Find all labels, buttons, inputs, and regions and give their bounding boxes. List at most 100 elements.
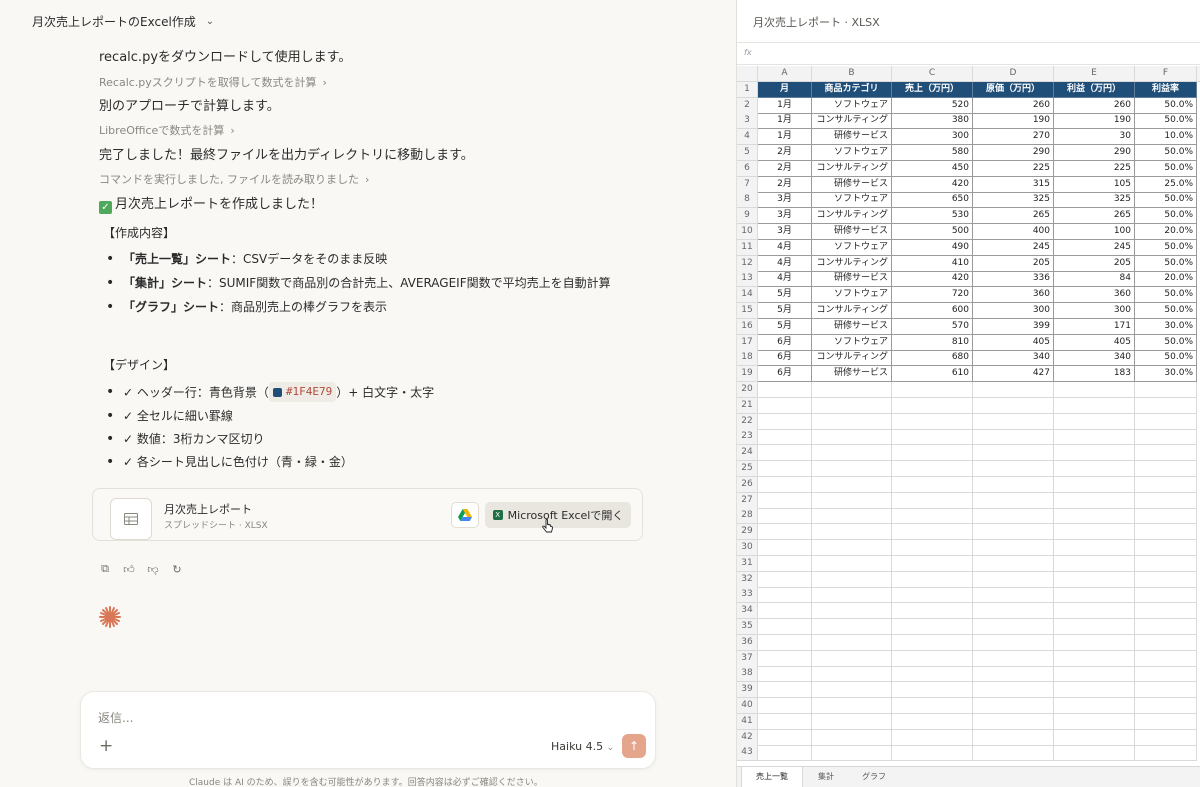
- empty-cell[interactable]: [892, 729, 973, 746]
- empty-cell[interactable]: [812, 729, 892, 746]
- table-cell[interactable]: ソフトウェア: [812, 287, 892, 304]
- row-number[interactable]: 27: [737, 492, 758, 509]
- empty-cell[interactable]: [812, 429, 892, 446]
- empty-cell[interactable]: [1054, 650, 1135, 667]
- empty-cell[interactable]: [758, 382, 812, 398]
- table-cell[interactable]: 研修サービス: [812, 318, 892, 335]
- empty-cell[interactable]: [812, 476, 892, 493]
- table-cell[interactable]: 340: [973, 350, 1054, 367]
- table-cell[interactable]: 260: [973, 97, 1054, 114]
- empty-cell[interactable]: [1135, 476, 1197, 493]
- empty-cell[interactable]: [892, 397, 973, 414]
- empty-cell[interactable]: [758, 729, 812, 746]
- empty-cell[interactable]: [812, 745, 892, 762]
- table-cell[interactable]: 100: [1054, 224, 1135, 240]
- empty-cell[interactable]: [758, 476, 812, 493]
- empty-cell[interactable]: [892, 524, 973, 541]
- table-cell[interactable]: 580: [892, 145, 973, 161]
- empty-cell[interactable]: [1054, 729, 1135, 746]
- table-cell[interactable]: 105: [1054, 176, 1135, 193]
- column-header[interactable]: E: [1054, 66, 1135, 82]
- empty-cell[interactable]: [812, 698, 892, 714]
- empty-cell[interactable]: [1135, 524, 1197, 541]
- empty-cell[interactable]: [812, 571, 892, 588]
- row-number[interactable]: 8: [737, 192, 758, 209]
- empty-cell[interactable]: [973, 619, 1054, 635]
- table-cell[interactable]: 1月: [758, 129, 812, 146]
- table-cell[interactable]: 2月: [758, 176, 812, 193]
- table-cell[interactable]: 300: [973, 303, 1054, 319]
- column-header[interactable]: C: [892, 66, 973, 82]
- table-cell[interactable]: 325: [973, 192, 1054, 209]
- table-cell[interactable]: 270: [973, 129, 1054, 146]
- empty-cell[interactable]: [892, 476, 973, 493]
- empty-cell[interactable]: [1135, 619, 1197, 635]
- row-number[interactable]: 4: [737, 129, 758, 146]
- empty-cell[interactable]: [758, 524, 812, 541]
- table-cell[interactable]: 50.0%: [1135, 239, 1197, 256]
- table-cell[interactable]: ソフトウェア: [812, 192, 892, 209]
- row-number[interactable]: 40: [737, 698, 758, 714]
- empty-cell[interactable]: [1054, 476, 1135, 493]
- empty-cell[interactable]: [1054, 508, 1135, 525]
- empty-cell[interactable]: [892, 445, 973, 462]
- empty-cell[interactable]: [892, 666, 973, 683]
- empty-cell[interactable]: [973, 476, 1054, 493]
- table-cell[interactable]: 600: [892, 303, 973, 319]
- column-header[interactable]: F: [1135, 66, 1197, 82]
- table-cell[interactable]: 260: [1054, 97, 1135, 114]
- table-cell[interactable]: 5月: [758, 318, 812, 335]
- empty-cell[interactable]: [973, 634, 1054, 651]
- empty-cell[interactable]: [892, 413, 973, 430]
- table-cell[interactable]: 1月: [758, 113, 812, 130]
- column-header[interactable]: A: [758, 66, 812, 82]
- empty-cell[interactable]: [812, 524, 892, 541]
- table-cell[interactable]: 427: [973, 366, 1054, 383]
- empty-cell[interactable]: [758, 445, 812, 462]
- empty-cell[interactable]: [1135, 634, 1197, 651]
- row-number[interactable]: 34: [737, 603, 758, 620]
- empty-cell[interactable]: [892, 682, 973, 699]
- empty-cell[interactable]: [1054, 698, 1135, 714]
- row-number[interactable]: 32: [737, 571, 758, 588]
- empty-cell[interactable]: [758, 745, 812, 762]
- empty-cell[interactable]: [812, 397, 892, 414]
- row-number[interactable]: 20: [737, 382, 758, 398]
- empty-cell[interactable]: [1054, 397, 1135, 414]
- table-cell[interactable]: 4月: [758, 239, 812, 256]
- empty-cell[interactable]: [973, 587, 1054, 604]
- row-number[interactable]: 25: [737, 461, 758, 477]
- table-cell[interactable]: 30.0%: [1135, 318, 1197, 335]
- table-cell[interactable]: 225: [1054, 160, 1135, 177]
- table-cell[interactable]: 290: [1054, 145, 1135, 161]
- table-cell[interactable]: 3月: [758, 192, 812, 209]
- column-header[interactable]: D: [973, 66, 1054, 82]
- empty-cell[interactable]: [973, 745, 1054, 762]
- empty-cell[interactable]: [892, 461, 973, 477]
- empty-cell[interactable]: [812, 713, 892, 730]
- row-number[interactable]: 22: [737, 413, 758, 430]
- table-cell[interactable]: 84: [1054, 271, 1135, 288]
- table-header-cell[interactable]: 利益率: [1135, 81, 1197, 98]
- empty-cell[interactable]: [892, 555, 973, 572]
- table-cell[interactable]: 520: [892, 97, 973, 114]
- empty-cell[interactable]: [892, 650, 973, 667]
- table-cell[interactable]: 5月: [758, 303, 812, 319]
- table-cell[interactable]: ソフトウェア: [812, 239, 892, 256]
- empty-cell[interactable]: [812, 492, 892, 509]
- table-cell[interactable]: 50.0%: [1135, 208, 1197, 225]
- reply-input[interactable]: 返信...: [98, 709, 133, 726]
- table-cell[interactable]: 420: [892, 176, 973, 193]
- send-button[interactable]: ↑: [622, 734, 646, 758]
- table-cell[interactable]: 340: [1054, 350, 1135, 367]
- empty-cell[interactable]: [973, 540, 1054, 556]
- row-number[interactable]: 19: [737, 366, 758, 383]
- table-cell[interactable]: 50.0%: [1135, 334, 1197, 351]
- row-number[interactable]: 16: [737, 318, 758, 335]
- empty-cell[interactable]: [1135, 555, 1197, 572]
- table-cell[interactable]: 5月: [758, 287, 812, 304]
- google-drive-button[interactable]: [451, 502, 479, 528]
- table-cell[interactable]: 410: [892, 255, 973, 272]
- empty-cell[interactable]: [758, 429, 812, 446]
- table-cell[interactable]: コンサルティング: [812, 160, 892, 177]
